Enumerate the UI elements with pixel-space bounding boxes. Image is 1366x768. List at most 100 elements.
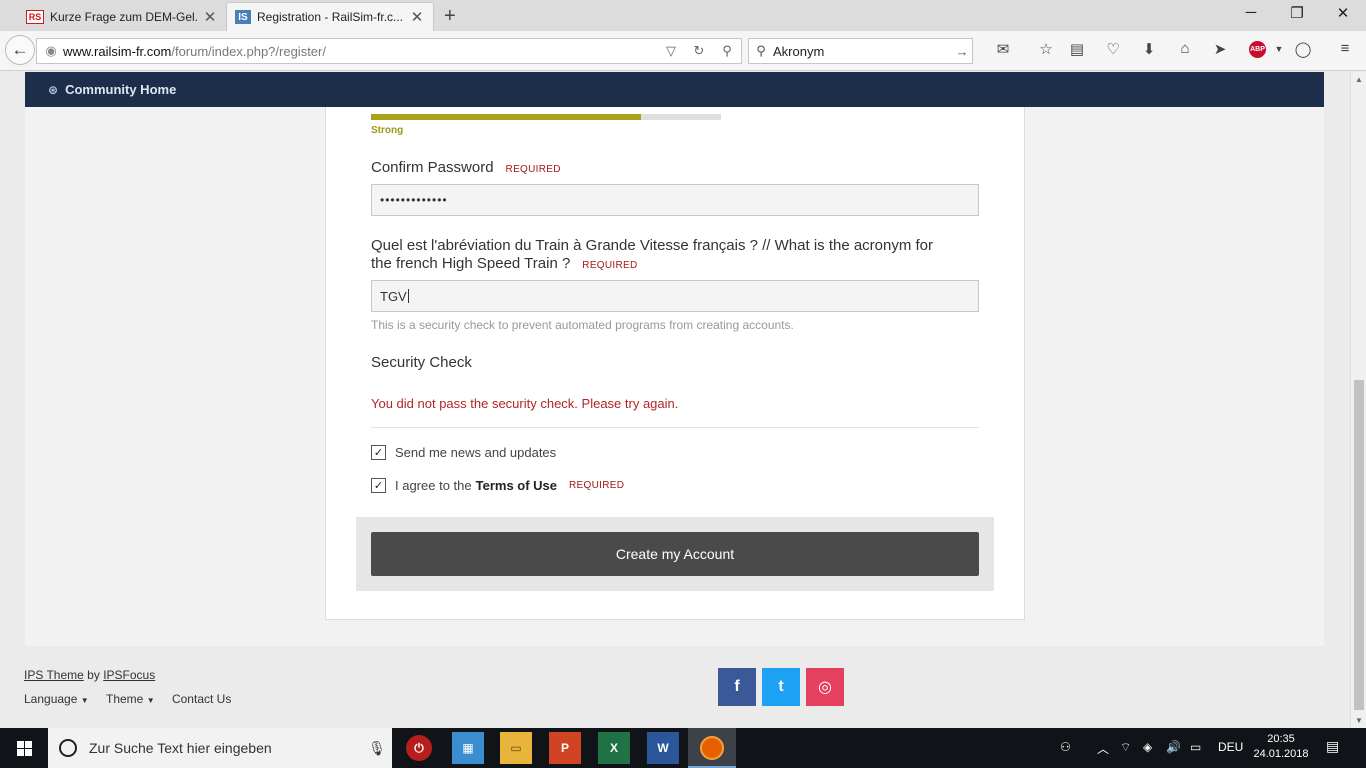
- volume-icon[interactable]: 🔊: [1166, 740, 1181, 754]
- mail-icon[interactable]: ✉: [990, 40, 1016, 58]
- power-app-icon[interactable]: ⏻: [406, 735, 432, 761]
- abp-dropdown-icon[interactable]: ▼: [1266, 44, 1292, 54]
- chevron-down-icon: ▼: [146, 696, 155, 705]
- strength-label: Strong: [371, 125, 404, 136]
- word-icon[interactable]: W: [647, 732, 679, 764]
- search-value: Akronym: [773, 43, 825, 59]
- required-badge: REQUIRED: [505, 164, 561, 175]
- url-path: /forum/index.php?/register/: [171, 43, 326, 59]
- security-question-label: Quel est l'abréviation du Train à Grande…: [371, 237, 934, 272]
- url-host: www.railsim-fr.com: [63, 43, 172, 59]
- reload-icon[interactable]: ↻: [685, 43, 713, 59]
- language-indicator[interactable]: DEU: [1218, 740, 1243, 754]
- close-icon[interactable]: ✕: [202, 8, 218, 26]
- microphone-icon[interactable]: 🎙: [362, 740, 392, 757]
- windows-taskbar: Zur Suche Text hier eingeben 🎙 ⏻ ▦ ▭ P X…: [0, 728, 1366, 768]
- download-icon[interactable]: ⬇: [1136, 40, 1162, 58]
- home-icon[interactable]: ⌂: [1172, 40, 1198, 57]
- tab-kurze-frage[interactable]: RS Kurze Frage zum DEM-Gel... ✕: [18, 2, 226, 31]
- tab-label: Registration - RailSim-fr.c...: [257, 10, 404, 24]
- magnifier-icon: ⚲: [756, 43, 766, 58]
- chevron-down-icon: ▼: [80, 696, 89, 705]
- theme-menu[interactable]: Theme: [106, 692, 143, 706]
- required-badge: REQUIRED: [569, 480, 625, 491]
- content-wrapper: Strong Confirm Password REQUIRED ••••••••…: [25, 107, 1324, 646]
- powerpoint-icon[interactable]: P: [549, 732, 581, 764]
- maximize-icon[interactable]: ❐: [1274, 4, 1320, 22]
- globe-icon: ◉: [45, 43, 57, 58]
- control-panel-icon[interactable]: ▦: [452, 732, 484, 764]
- back-circle-icon: ⊛: [48, 82, 59, 97]
- scroll-up-icon[interactable]: ▲: [1351, 75, 1366, 84]
- page-scrollbar[interactable]: ▲ ▼: [1350, 72, 1366, 728]
- create-account-button[interactable]: Create my Account: [371, 532, 979, 576]
- search-bar[interactable]: ⚲ Akronym →: [748, 38, 973, 64]
- password-strength-bar: [371, 114, 721, 120]
- new-tab-plus-icon[interactable]: +: [444, 5, 456, 28]
- firefox-taskbar-item[interactable]: [688, 728, 736, 768]
- ipsfocus-link[interactable]: IPSFocus: [103, 668, 155, 682]
- clock-time: 20:35: [1267, 733, 1295, 745]
- confirm-password-input[interactable]: •••••••••••••: [371, 184, 979, 216]
- ips-theme-link[interactable]: IPS Theme: [24, 668, 84, 682]
- people-icon[interactable]: ⚇: [1060, 740, 1071, 754]
- window-close-icon[interactable]: ✕: [1320, 4, 1366, 22]
- url-bar[interactable]: ◉ www.railsim-fr.com /forum/index.php?/r…: [36, 38, 742, 64]
- terms-prefix: I agree to the: [395, 478, 472, 493]
- language-menu[interactable]: Language: [24, 692, 77, 706]
- security-error: You did not pass the security check. Ple…: [371, 396, 679, 411]
- submit-area: Create my Account: [356, 517, 994, 591]
- menu-hamburger-icon[interactable]: ≡: [1332, 40, 1358, 57]
- required-badge: REQUIRED: [582, 260, 638, 271]
- footer-credit: IPS Theme by IPSFocus: [24, 668, 156, 682]
- taskbar-search-placeholder: Zur Suche Text hier eingeben: [89, 740, 272, 756]
- battery-icon[interactable]: ▭: [1190, 740, 1201, 754]
- scroll-down-icon[interactable]: ▼: [1351, 716, 1366, 725]
- scroll-thumb[interactable]: [1354, 380, 1364, 710]
- clock[interactable]: 20:35 24.01.2018: [1253, 732, 1309, 762]
- strength-fill: [371, 114, 641, 120]
- newsletter-row: ✓ Send me news and updates: [371, 445, 556, 460]
- reading-list-icon[interactable]: ▤: [1064, 40, 1090, 58]
- terms-of-use-link[interactable]: Terms of Use: [476, 478, 557, 493]
- tray-chevron-icon[interactable]: ︿: [1097, 740, 1109, 757]
- adblock-plus-icon[interactable]: ABP: [1249, 41, 1266, 58]
- chat-bubble-icon[interactable]: ◯: [1290, 40, 1316, 58]
- security-check-label: Security Check: [371, 354, 472, 371]
- site-header: ⊛ Community Home: [25, 72, 1324, 107]
- clock-date: 24.01.2018: [1253, 748, 1309, 760]
- facebook-icon[interactable]: f: [718, 668, 756, 706]
- minimize-icon[interactable]: ─: [1228, 4, 1274, 21]
- notifications-icon[interactable]: ▤: [1326, 738, 1339, 755]
- search-go-arrow-icon[interactable]: →: [952, 44, 972, 59]
- page-content: ⊛ Community Home Strong Confirm Password…: [0, 72, 1350, 728]
- instagram-icon[interactable]: ◎: [806, 668, 844, 706]
- terms-checkbox[interactable]: ✓: [371, 478, 386, 493]
- wifi-icon[interactable]: ⌔: [1120, 740, 1131, 755]
- windows-start-icon[interactable]: [0, 728, 48, 768]
- security-answer-input[interactable]: TGV: [371, 280, 979, 312]
- navigation-bar: ← ◉ www.railsim-fr.com /forum/index.php?…: [0, 31, 1366, 71]
- back-arrow-icon[interactable]: ←: [5, 35, 35, 65]
- excel-icon[interactable]: X: [598, 732, 630, 764]
- dropdown-arrow-icon[interactable]: ▽: [657, 43, 685, 59]
- pocket-icon[interactable]: ♡: [1100, 40, 1126, 58]
- discord-icon[interactable]: ◈: [1143, 740, 1152, 754]
- file-explorer-icon[interactable]: ▭: [500, 732, 532, 764]
- send-icon[interactable]: ➤: [1207, 40, 1233, 58]
- close-icon[interactable]: ✕: [409, 8, 425, 26]
- bookmark-star-icon[interactable]: ☆: [1033, 40, 1059, 58]
- tab-bar: RS Kurze Frage zum DEM-Gel... ✕ IS Regis…: [0, 0, 1366, 31]
- is-favicon-icon: IS: [235, 10, 251, 24]
- newsletter-checkbox[interactable]: ✓: [371, 445, 386, 460]
- firefox-icon: [700, 736, 724, 760]
- cortana-icon: [59, 739, 77, 757]
- search-icon[interactable]: ⚲: [713, 43, 741, 59]
- tab-registration[interactable]: IS Registration - RailSim-fr.c... ✕: [226, 2, 434, 31]
- twitter-icon[interactable]: t: [762, 668, 800, 706]
- community-home-link[interactable]: Community Home: [65, 82, 176, 97]
- taskbar-search[interactable]: Zur Suche Text hier eingeben 🎙: [48, 728, 392, 768]
- footer-menu: Language ▼ Theme ▼ Contact Us: [24, 692, 231, 706]
- tab-label: Kurze Frage zum DEM-Gel...: [50, 9, 198, 24]
- contact-us-link[interactable]: Contact Us: [172, 692, 231, 706]
